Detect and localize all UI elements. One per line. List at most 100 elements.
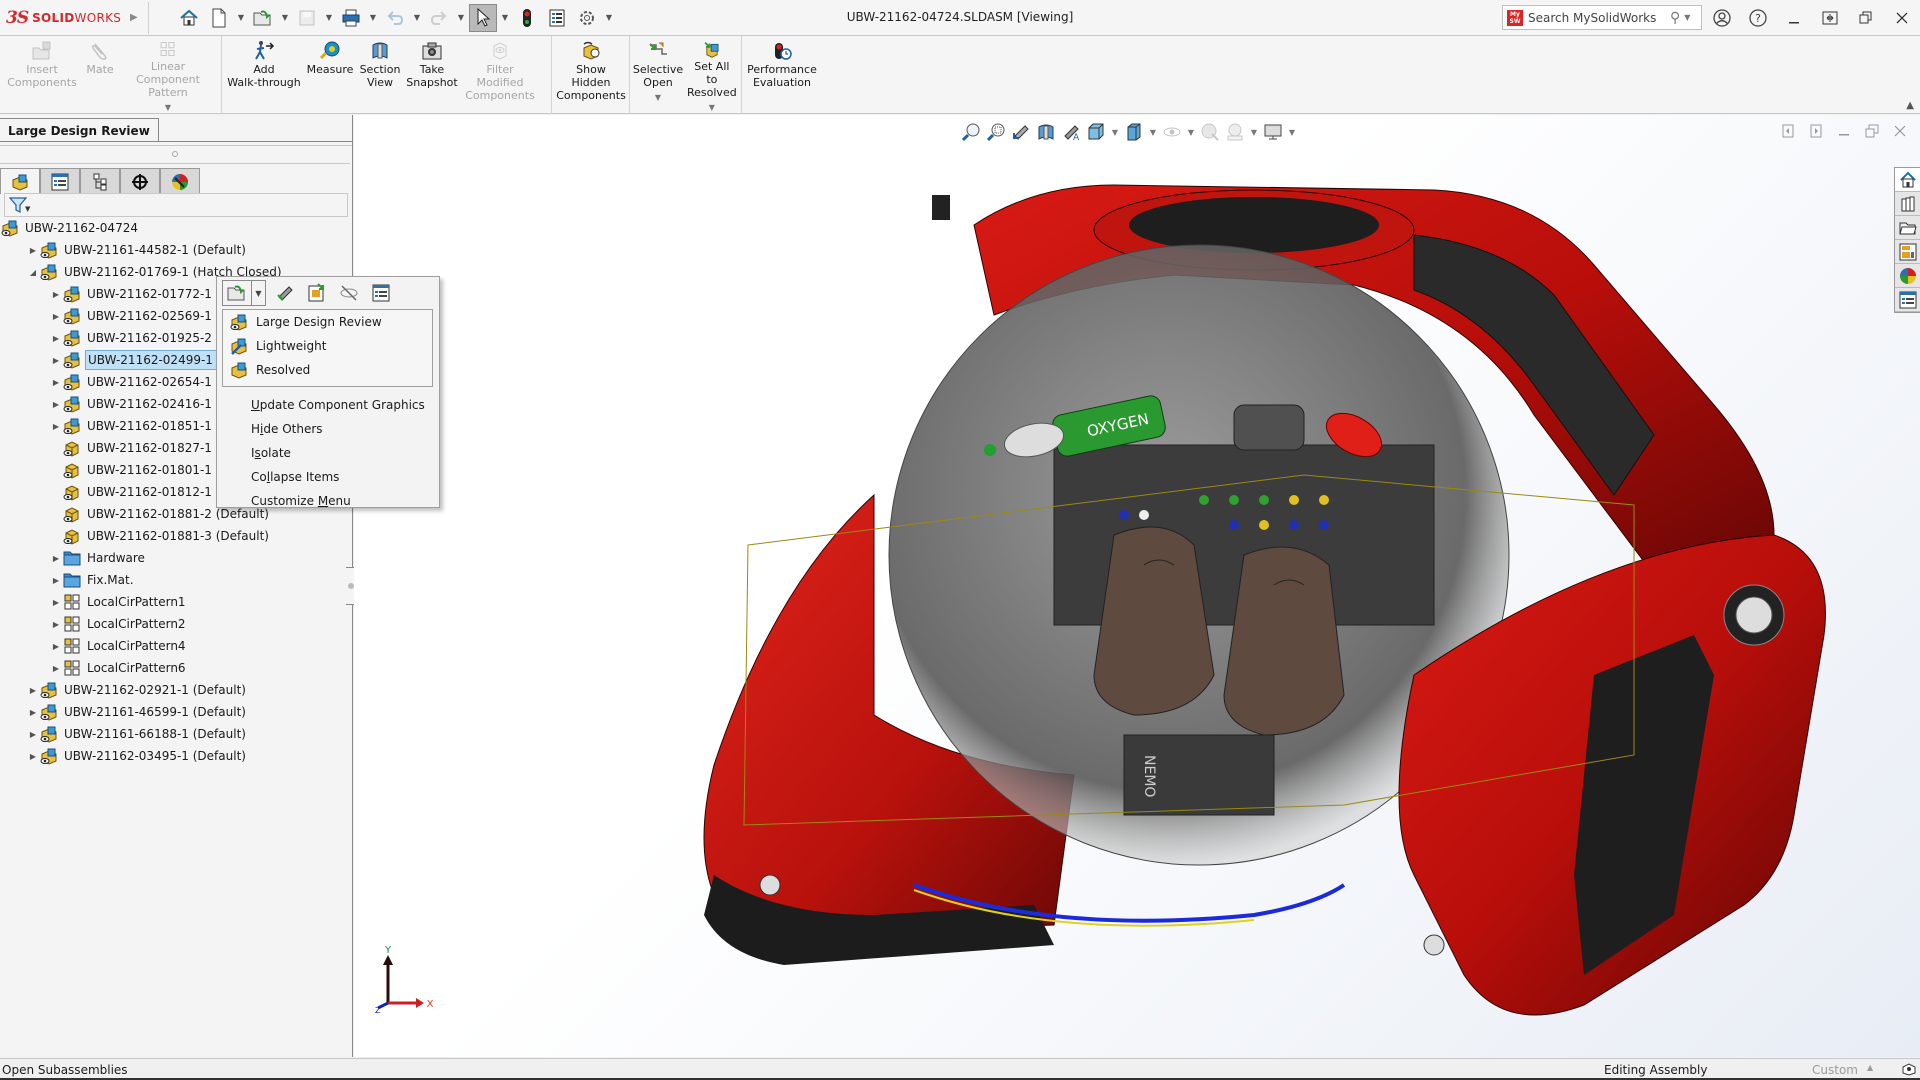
- expand-arrow-icon[interactable]: ▶: [50, 620, 62, 629]
- expand-arrow-icon[interactable]: ▶: [27, 686, 39, 695]
- chevron-down-icon[interactable]: ▼: [411, 13, 423, 22]
- view-orientation-button[interactable]: [1085, 121, 1107, 143]
- expand-arrow-icon[interactable]: ▶: [50, 312, 62, 321]
- menu-item-large-design-review[interactable]: Large Design Review: [223, 310, 432, 334]
- tree-item[interactable]: ▶ Hardware: [0, 547, 352, 569]
- set-all-to-resolved-button[interactable]: Set All to Resolved ▼: [684, 36, 740, 114]
- chevron-down-icon[interactable]: ▼: [1110, 128, 1120, 137]
- tab-configuration-manager[interactable]: [80, 168, 120, 194]
- expand-arrow-icon[interactable]: ▶: [50, 664, 62, 673]
- chevron-down-icon[interactable]: ▼: [709, 101, 715, 114]
- redo-button[interactable]: [425, 4, 453, 32]
- task-pane-view-palette-tab[interactable]: [1895, 240, 1920, 264]
- menu-item-resolved[interactable]: Resolved: [223, 358, 432, 382]
- user-button[interactable]: [1704, 0, 1740, 36]
- select-button[interactable]: [469, 3, 497, 32]
- take-snapshot-button[interactable]: Take Snapshot: [404, 36, 460, 114]
- view-settings-button[interactable]: [1262, 121, 1284, 143]
- chevron-down-icon[interactable]: ▼: [655, 91, 661, 104]
- display-style-button[interactable]: [1123, 121, 1145, 143]
- open-button[interactable]: [249, 4, 277, 32]
- tab-dimxpert-manager[interactable]: [120, 168, 160, 194]
- panel-resize-handle[interactable]: [172, 151, 178, 157]
- insert-components-button[interactable]: Insert Components: [2, 36, 82, 114]
- hide-show-items-button[interactable]: [1161, 121, 1183, 143]
- file-properties-button[interactable]: [543, 4, 571, 32]
- menu-item-isolate[interactable]: Isolate: [217, 441, 439, 465]
- collapse-arrow-icon[interactable]: ◢: [27, 268, 39, 277]
- chevron-down-icon[interactable]: ▼: [455, 13, 467, 22]
- quick-access-expand-icon[interactable]: ▶: [130, 12, 142, 23]
- measure-button[interactable]: Measure: [304, 36, 356, 114]
- previous-window-button[interactable]: [1778, 121, 1798, 141]
- show-hidden-components-button[interactable]: Show Hidden Components: [554, 36, 628, 114]
- task-pane-custom-properties-tab[interactable]: [1895, 288, 1920, 312]
- solidworks-logo[interactable]: 3S SOLIDWORKS: [0, 8, 128, 28]
- mate-button[interactable]: Mate: [82, 36, 118, 114]
- chevron-down-icon[interactable]: ▼: [165, 101, 171, 114]
- section-view-button[interactable]: Section View: [356, 36, 404, 114]
- chevron-down-icon[interactable]: ▼: [1287, 128, 1297, 137]
- chevron-down-icon[interactable]: ▼: [252, 280, 266, 306]
- component-properties-button[interactable]: [368, 280, 394, 306]
- tab-property-manager[interactable]: [40, 168, 80, 194]
- home-button[interactable]: [175, 4, 203, 32]
- expand-arrow-icon[interactable]: ▶: [50, 378, 62, 387]
- submarine-model[interactable]: OXYGEN NEMO: [354, 115, 1920, 1057]
- expand-arrow-icon[interactable]: ▶: [27, 246, 39, 255]
- task-pane-design-library-tab[interactable]: [1895, 192, 1920, 216]
- tree-item[interactable]: ▶ UBW-21161-66188-1 (Default): [0, 723, 352, 745]
- print-button[interactable]: [337, 4, 365, 32]
- expand-arrow-icon[interactable]: ▶: [50, 554, 62, 563]
- search-icon[interactable]: ⚲: [1670, 10, 1680, 26]
- tree-item[interactable]: UBW-21162-01881-3 (Default): [0, 525, 352, 547]
- previous-view-button[interactable]: [1010, 121, 1032, 143]
- tree-item[interactable]: ▶ Fix.Mat.: [0, 569, 352, 591]
- tree-item[interactable]: ▶ LocalCirPattern1: [0, 591, 352, 613]
- chevron-down-icon[interactable]: ▼: [603, 13, 615, 22]
- expand-arrow-icon[interactable]: ▶: [50, 334, 62, 343]
- chevron-down-icon[interactable]: ▼: [367, 13, 379, 22]
- help-button[interactable]: ?: [1740, 0, 1776, 36]
- chevron-down-icon[interactable]: ▼: [25, 205, 30, 213]
- tree-item[interactable]: ▶ UBW-21162-03495-1 (Default): [0, 745, 352, 767]
- viewport-close-button[interactable]: [1890, 121, 1910, 141]
- add-walk-through-button[interactable]: Add Walk-through: [224, 36, 304, 114]
- expand-arrow-icon[interactable]: ▶: [50, 290, 62, 299]
- linear-component-pattern-button[interactable]: Linear Component Pattern ▼: [118, 36, 218, 114]
- quick-tips-icon[interactable]: [1901, 1062, 1917, 1076]
- menu-item-hide-others[interactable]: Hide Others: [217, 417, 439, 441]
- section-view-hud-button[interactable]: [1035, 121, 1057, 143]
- close-button[interactable]: [1884, 0, 1920, 36]
- expand-arrow-icon[interactable]: ▶: [50, 598, 62, 607]
- search-input[interactable]: [1528, 10, 1668, 25]
- graphics-area[interactable]: OXYGEN NEMO A ▼ ▼ ▼ ▼ ▼ Y X Z: [354, 115, 1920, 1057]
- rebuild-button[interactable]: [513, 4, 541, 32]
- expand-arrow-icon[interactable]: ▶: [50, 642, 62, 651]
- chevron-down-icon[interactable]: ▼: [1186, 128, 1196, 137]
- dynamic-annotation-button[interactable]: A: [1060, 121, 1082, 143]
- expand-arrow-icon[interactable]: ▶: [50, 422, 62, 431]
- tree-item[interactable]: UBW-21162-04724: [0, 217, 352, 239]
- expand-arrow-icon[interactable]: ▶: [27, 708, 39, 717]
- tab-large-design-review[interactable]: Large Design Review: [0, 118, 159, 142]
- tree-item[interactable]: ▶ UBW-21161-46599-1 (Default): [0, 701, 352, 723]
- zoom-to-area-button[interactable]: [985, 121, 1007, 143]
- new-document-button[interactable]: [205, 4, 233, 32]
- chevron-down-icon[interactable]: ▼: [1148, 128, 1158, 137]
- menu-item-update-component-graphics[interactable]: Update Component Graphics: [217, 393, 439, 417]
- apply-scene-button[interactable]: [1224, 121, 1246, 143]
- viewport-minimize-button[interactable]: [1834, 121, 1854, 141]
- selective-open-button[interactable]: Selective Open ▼: [632, 36, 684, 114]
- unit-system-selector[interactable]: Custom: [1812, 1063, 1858, 1077]
- menu-item-customize-menu[interactable]: Customize Menu: [217, 489, 439, 513]
- expand-arrow-icon[interactable]: ▶: [50, 400, 62, 409]
- task-pane-home-tab[interactable]: [1895, 168, 1920, 192]
- tree-item[interactable]: ▶ LocalCirPattern4: [0, 635, 352, 657]
- options-button[interactable]: [573, 4, 601, 32]
- chevron-up-icon[interactable]: ▲: [1906, 100, 1914, 111]
- tile-button[interactable]: [1812, 0, 1848, 36]
- restore-button[interactable]: [1848, 0, 1884, 36]
- tab-display-manager[interactable]: [160, 168, 200, 194]
- expand-arrow-icon[interactable]: ▶: [27, 730, 39, 739]
